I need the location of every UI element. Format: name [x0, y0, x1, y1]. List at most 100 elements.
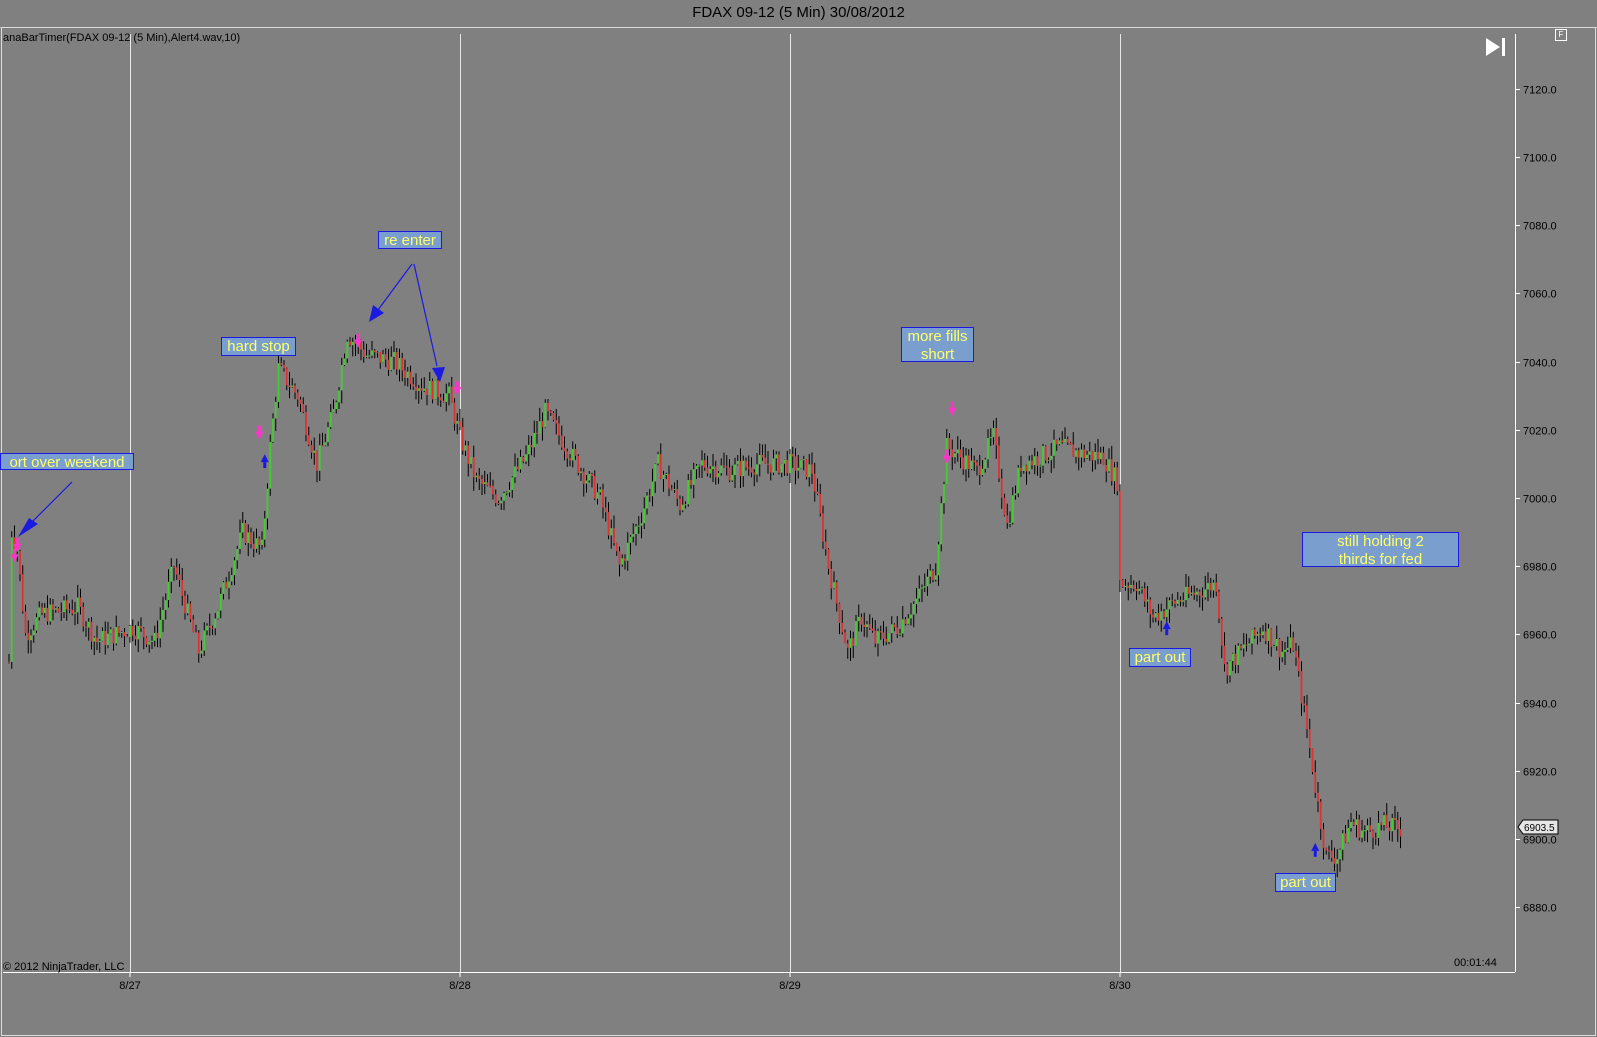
- candle-body: [390, 356, 393, 371]
- candle-body: [1108, 459, 1110, 472]
- candle-body: [805, 459, 808, 478]
- candle-body: [467, 445, 470, 464]
- price-chart[interactable]: 6880.0 6900.0 6920.0 6940.0 6960.0 6980.0 7000…: [0, 0, 1597, 1037]
- candle-body: [461, 427, 464, 451]
- candle-body: [1011, 495, 1014, 523]
- candle-body: [500, 500, 503, 504]
- candle-body: [698, 465, 701, 467]
- last-price-marker: 6903.5: [1517, 819, 1559, 835]
- candle-body: [1344, 833, 1347, 843]
- candle-body: [228, 581, 230, 588]
- annotation-short-over-weekend[interactable]: ort over weekend: [0, 453, 134, 470]
- candle-body: [549, 411, 552, 414]
- candle-body: [1231, 653, 1234, 662]
- candle-body: [1110, 459, 1113, 482]
- candle-body: [527, 444, 530, 455]
- candle-body: [379, 352, 382, 363]
- float-button[interactable]: F: [1555, 29, 1567, 41]
- candle-body: [373, 350, 376, 353]
- candle-body: [918, 588, 921, 599]
- candle-body: [1341, 833, 1344, 850]
- candle-body: [571, 448, 574, 461]
- candle-body: [981, 468, 984, 475]
- candle-body: [1297, 657, 1300, 672]
- candle-body: [1336, 859, 1339, 864]
- short-entry-arrow-icon: [948, 407, 957, 416]
- candle-body: [453, 402, 456, 424]
- candle-body: [104, 631, 107, 646]
- candle-body: [272, 418, 274, 442]
- candle-body: [789, 454, 791, 474]
- candle-body: [404, 370, 406, 378]
- candle-body: [1259, 633, 1262, 636]
- candle-body: [648, 495, 651, 497]
- candle-body: [76, 597, 79, 613]
- candle-body: [978, 465, 981, 475]
- candle-body: [1127, 585, 1130, 588]
- candle-body: [206, 625, 208, 631]
- annotation-still-holding[interactable]: still holding 2 thirds for fed: [1302, 532, 1459, 567]
- candle-body: [489, 485, 492, 487]
- candle-body: [632, 534, 635, 537]
- candle-body: [577, 455, 580, 473]
- candle-body: [687, 480, 690, 505]
- candle-body: [406, 371, 409, 378]
- candle-body: [681, 504, 684, 511]
- candle-body: [371, 350, 373, 356]
- candle-body: [899, 633, 901, 635]
- candle-body: [65, 600, 68, 610]
- short-entry-arrow-stem: [455, 381, 459, 388]
- candle-body: [1385, 815, 1388, 828]
- candle-body: [624, 558, 626, 561]
- candle-body: [731, 474, 734, 481]
- candle-body: [783, 459, 786, 464]
- candle-body: [1339, 849, 1341, 860]
- candle-body: [1242, 644, 1245, 649]
- annotation-part-out[interactable]: part out: [1129, 648, 1191, 667]
- candle-body: [943, 484, 945, 504]
- candle-body: [1182, 600, 1185, 602]
- candle-body: [1295, 650, 1297, 658]
- candle-body: [1314, 772, 1317, 793]
- candle-body: [970, 460, 973, 470]
- candle-body: [236, 548, 239, 561]
- candle-body: [365, 355, 368, 357]
- candle-body: [79, 597, 82, 607]
- candle-body: [1391, 817, 1394, 832]
- candle-body: [1047, 459, 1050, 461]
- candle-body: [1190, 592, 1193, 594]
- candle-body: [1330, 850, 1333, 859]
- jump-to-end-icon[interactable]: [1484, 36, 1508, 58]
- candle-body: [68, 609, 71, 611]
- candle-body: [808, 464, 811, 478]
- candle-body: [316, 450, 318, 471]
- candle-body: [637, 525, 640, 527]
- annotation-re-enter[interactable]: re enter: [378, 231, 442, 249]
- candle-body: [954, 453, 956, 458]
- annotation-part-out[interactable]: part out: [1275, 873, 1336, 892]
- candle-body: [1209, 583, 1212, 591]
- candle-body: [203, 630, 206, 651]
- candle-body: [1185, 586, 1187, 601]
- candle-body: [932, 570, 934, 580]
- candle-body: [1000, 478, 1003, 498]
- candle-body: [753, 472, 756, 475]
- annotation-more-fills-short[interactable]: more fills short: [901, 327, 974, 362]
- candle-body: [651, 481, 654, 497]
- candle-body: [621, 558, 624, 565]
- candle-body: [219, 593, 222, 611]
- candle-body: [93, 637, 96, 642]
- candle-body: [701, 460, 703, 466]
- candle-body: [382, 354, 384, 363]
- candle-body: [607, 512, 610, 536]
- candle-body: [109, 629, 112, 634]
- candle-body: [1215, 582, 1218, 592]
- candle-body: [544, 402, 547, 428]
- candle-body: [126, 636, 129, 638]
- candle-body: [800, 460, 802, 468]
- candle-body: [940, 503, 943, 545]
- candle-body: [1149, 599, 1152, 615]
- candle-body: [217, 610, 219, 619]
- annotation-hard-stop[interactable]: hard stop: [221, 337, 296, 356]
- candle-body: [1176, 599, 1179, 604]
